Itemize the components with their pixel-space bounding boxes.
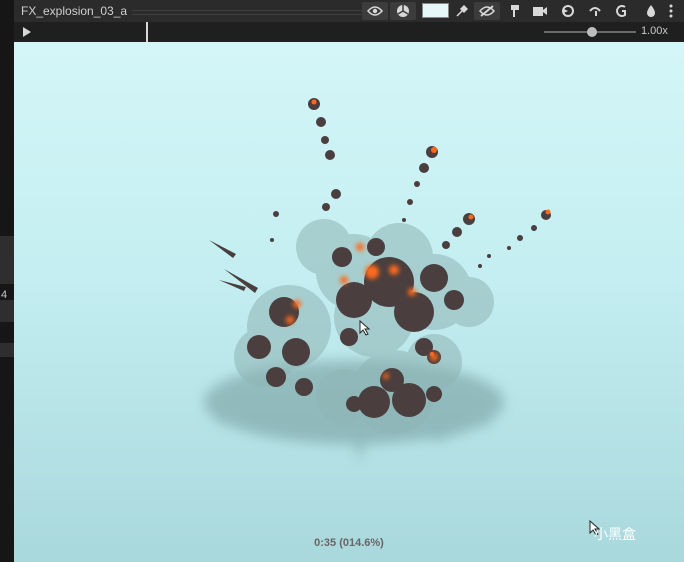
explosion-effect bbox=[204, 98, 551, 462]
eye-slash-icon[interactable] bbox=[474, 2, 500, 20]
mouse-cursor-icon bbox=[359, 320, 371, 336]
fx-viewport[interactable]: 0:35 (014.6%) 小黑盒 bbox=[14, 42, 684, 562]
left-panel-segment bbox=[0, 236, 14, 284]
flame-icon[interactable] bbox=[642, 2, 660, 20]
speed-slider-knob[interactable] bbox=[587, 27, 597, 37]
cube-icon[interactable] bbox=[390, 2, 416, 20]
undo-icon[interactable] bbox=[584, 2, 606, 20]
timeline-scrubber[interactable] bbox=[42, 22, 542, 42]
left-panel-edge: 4 bbox=[0, 0, 14, 562]
left-panel-value: 4 bbox=[1, 289, 8, 301]
eyedropper-icon[interactable] bbox=[452, 2, 472, 20]
more-icon[interactable] bbox=[664, 2, 678, 20]
eye-icon[interactable] bbox=[362, 2, 388, 20]
play-icon[interactable] bbox=[23, 27, 31, 37]
g-icon[interactable] bbox=[611, 2, 631, 20]
camera-icon[interactable] bbox=[529, 2, 551, 20]
timeline-bar: 1.00x bbox=[14, 22, 684, 42]
paint-icon[interactable] bbox=[503, 2, 525, 20]
preview-toolbar: FX_explosion_03_a bbox=[14, 0, 684, 23]
asset-title: FX_explosion_03_a bbox=[21, 4, 128, 18]
left-panel-segment bbox=[0, 300, 14, 322]
watermark-text: 小黑盒 bbox=[594, 526, 636, 542]
speed-label: 1.00x bbox=[641, 25, 668, 37]
sync-icon[interactable] bbox=[557, 2, 579, 20]
left-panel-segment bbox=[0, 343, 14, 357]
playhead[interactable] bbox=[146, 22, 148, 42]
timecode: 0:35 (014.6%) bbox=[314, 537, 384, 549]
fx-preview-panel: FX_explosion_03_a 1.00x 0:35 (014.6%) 小黑… bbox=[14, 0, 684, 562]
color-swatch[interactable] bbox=[422, 3, 449, 18]
panel-drag-handle[interactable] bbox=[132, 10, 366, 15]
watermark: 小黑盒 bbox=[594, 524, 636, 544]
